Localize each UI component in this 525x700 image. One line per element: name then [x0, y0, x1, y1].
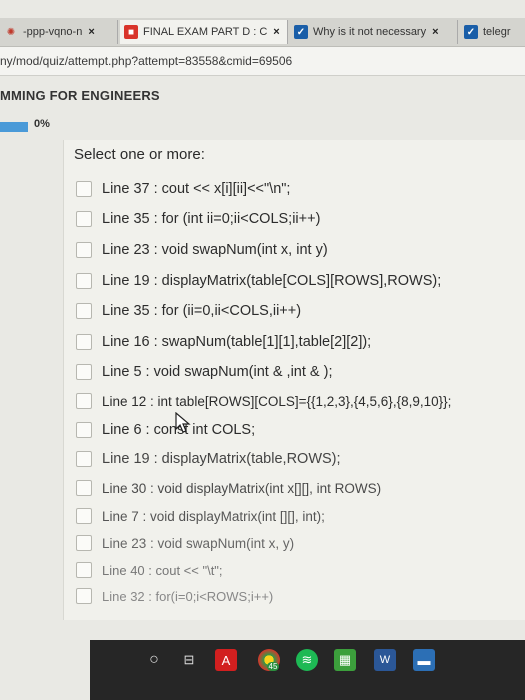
- option-label: Line 16 : swapNum(table[1][1],table[2][2…: [102, 334, 372, 350]
- checkbox[interactable]: [76, 211, 92, 227]
- checkbox[interactable]: [76, 334, 92, 350]
- acrobat-icon[interactable]: A: [215, 649, 237, 671]
- answer-option[interactable]: Line 23 : void swapNum(int x, y): [76, 532, 294, 554]
- option-label: Line 30 : void displayMatrix(int x[][], …: [102, 480, 382, 496]
- answer-option[interactable]: Line 7 : void displayMatrix(int [][], in…: [76, 505, 325, 527]
- mouse-cursor-icon: [175, 412, 191, 433]
- exam-icon: ■: [124, 25, 138, 39]
- close-icon[interactable]: ×: [273, 26, 279, 38]
- answer-option[interactable]: Line 16 : swapNum(table[1][1],table[2][2…: [76, 331, 371, 353]
- option-label: Line 19 : displayMatrix(table,ROWS);: [102, 451, 341, 467]
- answer-option[interactable]: Line 35 : for (int ii=0;ii<COLS;ii++): [76, 208, 320, 230]
- answer-option[interactable]: Line 32 : for(i=0;i<ROWS;i++): [76, 585, 273, 607]
- answer-option[interactable]: Line 37 : cout << x[i][ii]<<"\n";: [76, 178, 290, 200]
- answer-option[interactable]: Line 12 : int table[ROWS][COLS]={{1,2,3}…: [76, 390, 451, 412]
- word-icon[interactable]: W: [374, 649, 396, 671]
- progress-label: 0%: [34, 118, 50, 130]
- checkbox[interactable]: [76, 364, 92, 380]
- close-icon[interactable]: ×: [432, 26, 438, 38]
- browser-tab-strip: ✺ -ppp-vqno-n × ■ FINAL EXAM PART D : C …: [0, 18, 525, 47]
- tab-title: Why is it not necessary: [313, 26, 427, 38]
- option-label: Line 35 : for (ii=0,ii<COLS,ii++): [102, 303, 302, 319]
- option-label: Line 23 : void swapNum(int x, int y): [102, 242, 328, 258]
- task-view-icon[interactable]: ⊟: [178, 649, 200, 671]
- option-label: Line 7 : void displayMatrix(int [][], in…: [102, 508, 325, 524]
- page-title: MMING FOR ENGINEERS: [0, 88, 160, 103]
- checkbox[interactable]: [76, 535, 92, 551]
- checkbox[interactable]: [76, 303, 92, 319]
- tab-title: FINAL EXAM PART D : C: [143, 26, 268, 38]
- progress-bar: [0, 122, 28, 132]
- answer-option[interactable]: Line 30 : void displayMatrix(int x[][], …: [76, 477, 381, 499]
- option-label: Line 40 : cout << "\t";: [102, 562, 223, 578]
- answer-option[interactable]: Line 23 : void swapNum(int x, int y): [76, 239, 328, 261]
- tab-title: telegr: [483, 26, 511, 38]
- option-label: Line 5 : void swapNum(int & ,int & );: [102, 364, 333, 380]
- checkbox[interactable]: [76, 242, 92, 258]
- checkbox[interactable]: [76, 508, 92, 524]
- option-label: Line 19 : displayMatrix(table[COLS][ROWS…: [102, 273, 442, 289]
- checkbox[interactable]: [76, 451, 92, 467]
- notification-badge: 45: [266, 661, 280, 671]
- answer-option[interactable]: Line 19 : displayMatrix(table,ROWS);: [76, 448, 341, 470]
- option-label: Line 37 : cout << x[i][ii]<<"\n";: [102, 181, 291, 197]
- files-icon[interactable]: ▦: [334, 649, 356, 671]
- chegg-icon: ✓: [294, 25, 308, 39]
- checkbox[interactable]: [76, 393, 92, 409]
- tab-4[interactable]: ✓ telegr: [460, 20, 525, 44]
- spotify-icon[interactable]: ≋: [296, 649, 318, 671]
- checkbox[interactable]: [76, 588, 92, 604]
- chrome-icon[interactable]: 45: [258, 649, 280, 671]
- tab-3[interactable]: ✓ Why is it not necessary ×: [290, 20, 458, 44]
- checkbox[interactable]: [76, 181, 92, 197]
- question-prompt: Select one or more:: [74, 146, 205, 163]
- tab-1[interactable]: ✺ -ppp-vqno-n ×: [0, 20, 118, 44]
- answer-option[interactable]: Line 6 : const int COLS;: [76, 419, 255, 441]
- checkbox[interactable]: [76, 562, 92, 578]
- option-label: Line 12 : int table[ROWS][COLS]={{1,2,3}…: [102, 393, 452, 409]
- cortana-icon[interactable]: ○: [143, 649, 165, 671]
- option-label: Line 23 : void swapNum(int x, y): [102, 535, 295, 551]
- chegg-icon: ✓: [464, 25, 478, 39]
- tab-2[interactable]: ■ FINAL EXAM PART D : C ×: [120, 20, 288, 44]
- answer-option[interactable]: Line 35 : for (ii=0,ii<COLS,ii++): [76, 300, 301, 322]
- address-bar[interactable]: ny/mod/quiz/attempt.php?attempt=83558&cm…: [0, 47, 525, 76]
- tab-title: -ppp-vqno-n: [23, 26, 83, 38]
- gear-icon: ✺: [6, 26, 16, 38]
- answer-option[interactable]: Line 40 : cout << "\t";: [76, 559, 223, 581]
- option-label: Line 35 : for (int ii=0;ii<COLS;ii++): [102, 211, 321, 227]
- answer-option[interactable]: Line 19 : displayMatrix(table[COLS][ROWS…: [76, 270, 441, 292]
- app-icon[interactable]: ▬: [413, 649, 435, 671]
- answer-option[interactable]: Line 5 : void swapNum(int & ,int & );: [76, 361, 333, 383]
- close-icon[interactable]: ×: [88, 26, 94, 38]
- checkbox[interactable]: [76, 422, 92, 438]
- checkbox[interactable]: [76, 480, 92, 496]
- checkbox[interactable]: [76, 273, 92, 289]
- option-label: Line 32 : for(i=0;i<ROWS;i++): [102, 588, 274, 604]
